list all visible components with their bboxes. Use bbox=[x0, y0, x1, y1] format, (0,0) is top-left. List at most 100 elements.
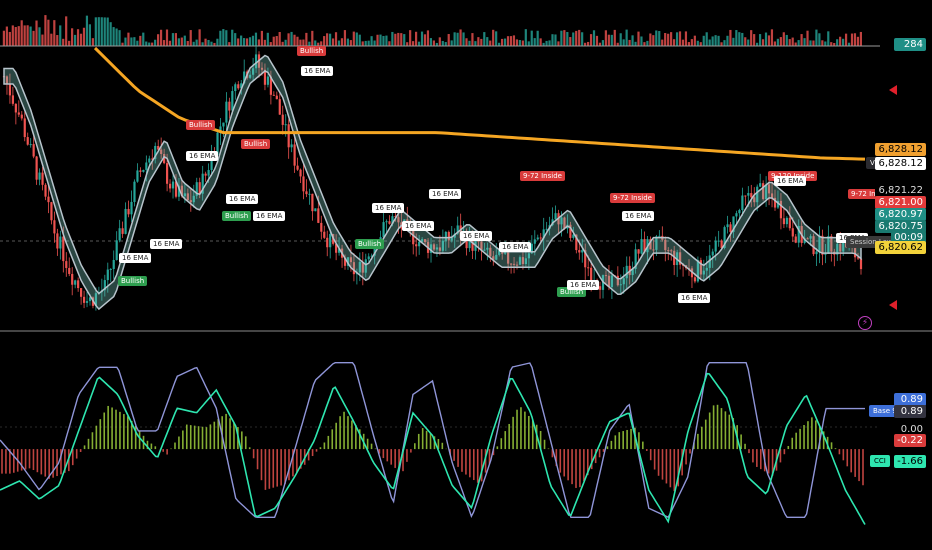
volume-bar bbox=[44, 15, 47, 46]
signal-flag: 16 EMA bbox=[499, 242, 532, 252]
candle-body bbox=[207, 170, 210, 176]
histogram-bar bbox=[178, 436, 180, 450]
candle-body bbox=[735, 213, 738, 217]
histogram-bar bbox=[626, 429, 628, 450]
volume-bar bbox=[667, 33, 670, 46]
volume-bar bbox=[106, 17, 109, 46]
histogram-bar bbox=[830, 442, 833, 450]
volume-bar bbox=[441, 40, 444, 46]
volume-bar bbox=[824, 41, 827, 46]
volume-bar bbox=[687, 42, 691, 46]
volume-bar bbox=[717, 35, 720, 46]
histogram-bar bbox=[119, 411, 121, 450]
volume-bar bbox=[2, 30, 5, 46]
candle-body bbox=[791, 228, 794, 237]
candle-body bbox=[788, 217, 791, 229]
histogram-bar bbox=[24, 449, 27, 470]
volume-bar bbox=[388, 41, 391, 46]
histogram-bar bbox=[99, 419, 102, 450]
trading-chart[interactable] bbox=[0, 0, 932, 550]
histogram-bar bbox=[209, 424, 212, 450]
histogram-bar bbox=[56, 449, 58, 477]
volume-bar bbox=[474, 41, 477, 46]
volume-bar bbox=[655, 30, 658, 46]
histogram-bar bbox=[205, 427, 208, 450]
volume-bar bbox=[237, 38, 240, 46]
candle-body bbox=[228, 101, 231, 111]
volume-bar bbox=[601, 40, 605, 46]
signal-flag: 16 EMA bbox=[460, 231, 493, 241]
histogram-bar bbox=[791, 437, 794, 450]
histogram-bar bbox=[421, 428, 424, 450]
histogram-bar bbox=[166, 449, 168, 455]
candle-body bbox=[44, 184, 47, 197]
histogram-bar bbox=[123, 414, 125, 450]
histogram-bar bbox=[712, 405, 715, 450]
candle-body bbox=[418, 241, 421, 247]
histogram-bar bbox=[744, 443, 746, 450]
volume-bar bbox=[275, 36, 278, 46]
candle-body bbox=[640, 239, 643, 254]
candle-body bbox=[50, 202, 53, 221]
price-axis-tag: 6,820.62 bbox=[875, 241, 926, 254]
candle-body bbox=[165, 163, 169, 184]
candle-body bbox=[23, 118, 26, 138]
histogram-bar bbox=[685, 449, 687, 465]
volume-bar bbox=[761, 39, 765, 46]
volume-bar bbox=[326, 33, 329, 46]
histogram-bar bbox=[834, 448, 837, 450]
volume-bar bbox=[38, 27, 41, 46]
volume-bar bbox=[450, 40, 453, 46]
volume-bar bbox=[842, 38, 845, 46]
volume-bar bbox=[400, 33, 403, 46]
volume-bar bbox=[109, 22, 112, 46]
candle-body bbox=[38, 172, 41, 180]
histogram-bar bbox=[248, 447, 251, 450]
histogram-bar bbox=[327, 435, 330, 450]
candle-body bbox=[693, 277, 697, 282]
candle-body bbox=[171, 181, 175, 189]
volume-bar bbox=[35, 20, 38, 46]
volume-bar bbox=[521, 40, 524, 46]
volume-bar bbox=[794, 42, 797, 46]
volume-bar bbox=[278, 31, 281, 46]
volume-bar bbox=[607, 34, 610, 46]
volume-bar bbox=[68, 40, 71, 46]
candle-body bbox=[536, 237, 539, 240]
volume-bar bbox=[622, 39, 625, 46]
candle-body bbox=[56, 233, 59, 249]
histogram-bar bbox=[268, 449, 271, 489]
volume-bar bbox=[20, 20, 23, 46]
lightning-icon[interactable]: ⚡ bbox=[858, 316, 872, 330]
cci-label: CCI bbox=[870, 455, 890, 467]
signal-flag: 16 EMA bbox=[774, 176, 807, 186]
volume-bar bbox=[782, 32, 785, 46]
volume-bar bbox=[664, 33, 667, 46]
signal-flag: 16 EMA bbox=[622, 211, 655, 221]
volume-bar bbox=[112, 27, 115, 46]
candle-body bbox=[794, 236, 797, 243]
volume-bar bbox=[486, 37, 489, 46]
volume-bar bbox=[604, 30, 607, 46]
histogram-bar bbox=[201, 426, 204, 450]
volume-bar bbox=[815, 29, 818, 46]
histogram-bar bbox=[728, 414, 731, 450]
histogram-bar bbox=[193, 425, 196, 450]
volume-bar bbox=[750, 30, 753, 46]
volume-bar bbox=[100, 17, 103, 46]
candle-body bbox=[20, 114, 23, 119]
volume-bar bbox=[284, 39, 287, 46]
histogram-bar bbox=[410, 449, 412, 453]
histogram-bar bbox=[331, 429, 334, 450]
histogram-bar bbox=[610, 440, 613, 450]
oscillator-axis-tag: 0.89 bbox=[894, 405, 926, 418]
volume-bar bbox=[545, 40, 548, 46]
candle-body bbox=[329, 234, 332, 248]
volume-bar bbox=[684, 31, 688, 46]
volume-bar bbox=[477, 37, 480, 46]
volume-bar bbox=[118, 30, 121, 46]
histogram-bar bbox=[453, 449, 455, 461]
candle-body bbox=[299, 169, 302, 177]
candle-body bbox=[293, 144, 296, 166]
histogram-bar bbox=[512, 416, 514, 450]
